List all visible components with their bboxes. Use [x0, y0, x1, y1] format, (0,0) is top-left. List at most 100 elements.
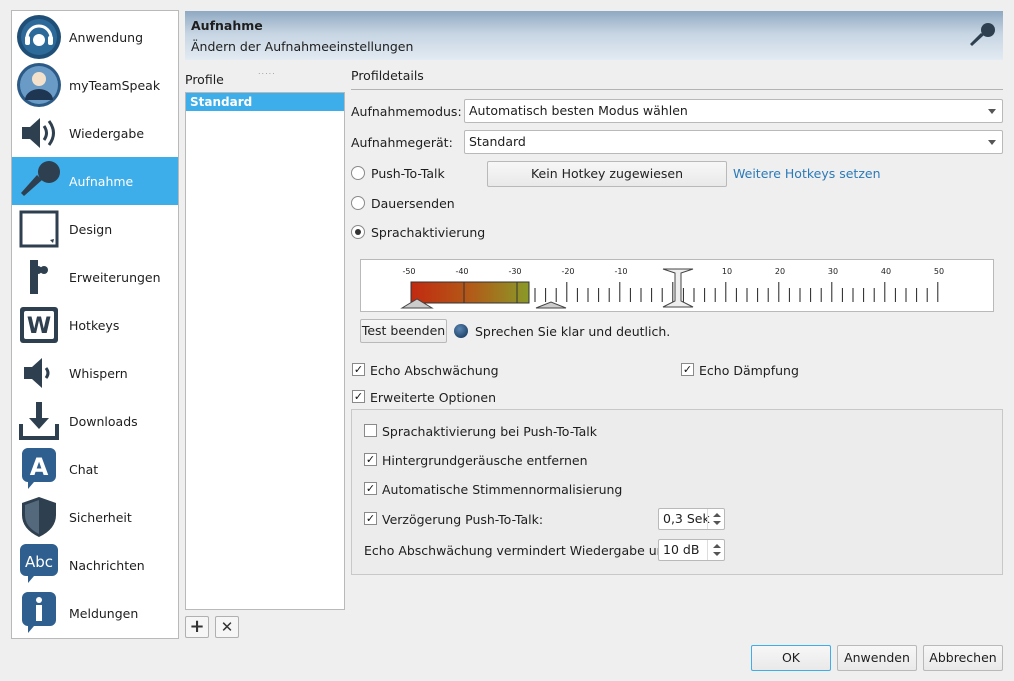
shield-icon [15, 493, 63, 541]
echo-attn-spinbox[interactable]: 10 dB [658, 539, 725, 561]
ptt-label: Push-To-Talk [371, 166, 445, 181]
chat-icon: A [15, 445, 63, 493]
profiles-list[interactable]: Standard [185, 92, 345, 610]
ptt-delay-checkbox[interactable]: ✓ [364, 512, 377, 525]
page-header: Aufnahme Ändern der Aufnahmeeinstellunge… [185, 11, 1003, 60]
mode-label: Aufnahmemodus: [351, 104, 462, 119]
echo-cancel-label: Echo Dämpfung [699, 363, 799, 378]
voice-level-meter[interactable]: -50 -40 -30 -20 -10 10 20 30 40 50 [360, 259, 994, 312]
echo-attn-value: 10 dB [663, 542, 700, 557]
sidebar-item-label: Whispern [69, 365, 128, 381]
status-led-icon [454, 324, 468, 338]
voice-activation-label: Sprachaktivierung [371, 225, 486, 240]
details-heading: Profildetails [351, 68, 424, 83]
design-icon [15, 205, 63, 253]
va-ptt-label: Sprachaktivierung bei Push-To-Talk [382, 424, 597, 439]
ptt-delay-value: 0,3 Sek [663, 511, 710, 526]
headset-icon [15, 13, 63, 61]
spin-up-icon[interactable] [713, 513, 721, 517]
sidebar-item-meldungen[interactable]: Meldungen [12, 589, 178, 637]
spin-down-icon[interactable] [713, 552, 721, 556]
agc-label: Automatische Stimmennormalisierung [382, 482, 623, 497]
threshold-slider [662, 268, 694, 308]
ptt-radio[interactable] [351, 166, 365, 180]
sidebar-item-design[interactable]: Design [12, 205, 178, 253]
meter-tick-label: 20 [775, 267, 785, 276]
whisper-icon [15, 349, 63, 397]
test-hint: Sprechen Sie klar und deutlich. [475, 324, 671, 339]
va-ptt-checkbox[interactable] [364, 424, 377, 437]
sidebar-item-myteamspeak[interactable]: myTeamSpeak [12, 61, 178, 109]
meter-tick-label: -10 [614, 267, 627, 276]
sidebar-item-label: Nachrichten [69, 557, 145, 573]
add-profile-button[interactable]: + [185, 616, 209, 638]
echo-attn-label: Echo Abschwächung vermindert Wiedergabe … [364, 543, 674, 558]
close-icon: ✕ [220, 617, 234, 636]
meter-tick-label: 10 [722, 267, 732, 276]
remove-profile-button[interactable]: ✕ [215, 616, 239, 638]
sidebar-item-anwendung[interactable]: Anwendung [12, 13, 178, 61]
more-hotkeys-link[interactable]: Weitere Hotkeys setzen [733, 166, 881, 181]
svg-text:W: W [27, 314, 51, 339]
agc-checkbox[interactable]: ✓ [364, 482, 377, 495]
page-title: Aufnahme [191, 18, 263, 33]
sidebar-item-label: Sicherheit [69, 509, 132, 525]
sidebar-item-label: Meldungen [69, 605, 139, 621]
splitter-handle[interactable]: ..... [258, 67, 276, 76]
echo-cancel-checkbox[interactable]: ✓ [681, 363, 694, 376]
sidebar-item-label: Erweiterungen [69, 269, 161, 285]
ptt-delay-spinbox[interactable]: 0,3 Sek [658, 508, 725, 530]
divider [351, 89, 1003, 90]
meter-tick-label: -40 [455, 267, 468, 276]
microphone-icon [967, 21, 997, 54]
continuous-radio[interactable] [351, 196, 365, 210]
meter-tick-label: -20 [561, 267, 574, 276]
sidebar-item-label: Aufnahme [69, 173, 134, 189]
meter-tick-label: 30 [828, 267, 838, 276]
sidebar-item-erweiterungen[interactable]: Erweiterungen [12, 253, 178, 301]
puzzle-icon [15, 253, 63, 301]
settings-sidebar: Anwendung myTeamSpeak Wiedergabe Aufnahm… [11, 10, 179, 639]
device-select-value: Standard [469, 134, 526, 149]
chevron-down-icon [988, 109, 996, 114]
ptt-delay-label: Verzögerung Push-To-Talk: [382, 512, 544, 527]
continuous-label: Dauersenden [371, 196, 455, 211]
device-select[interactable]: Standard [464, 130, 1003, 154]
mode-select[interactable]: Automatisch besten Modus wählen [464, 99, 1003, 123]
test-button[interactable]: Test beenden [360, 319, 447, 343]
chevron-down-icon [988, 140, 996, 145]
meter-tick-label: -30 [508, 267, 521, 276]
svg-text:Abc: Abc [25, 553, 53, 571]
sidebar-item-label: Chat [69, 461, 99, 477]
noise-checkbox[interactable]: ✓ [364, 453, 377, 466]
sidebar-item-aufnahme[interactable]: Aufnahme [12, 157, 178, 205]
sidebar-item-whispern[interactable]: Whispern [12, 349, 178, 397]
sidebar-item-label: myTeamSpeak [69, 77, 161, 93]
sidebar-item-hotkeys[interactable]: W Hotkeys [12, 301, 178, 349]
ok-button[interactable]: OK [751, 645, 831, 671]
sidebar-item-downloads[interactable]: Downloads [12, 397, 178, 445]
speaker-icon [15, 109, 63, 157]
sidebar-item-label: Wiedergabe [69, 125, 145, 141]
sidebar-item-label: Downloads [69, 413, 138, 429]
cancel-button[interactable]: Abbrechen [923, 645, 1003, 671]
download-icon [15, 397, 63, 445]
apply-button[interactable]: Anwenden [837, 645, 917, 671]
advanced-checkbox[interactable]: ✓ [352, 390, 365, 403]
hotkey-button[interactable]: Kein Hotkey zugewiesen [487, 161, 727, 187]
mode-select-value: Automatisch besten Modus wählen [469, 103, 688, 118]
list-item[interactable]: Standard [186, 93, 344, 111]
sidebar-item-nachrichten[interactable]: Abc Nachrichten [12, 541, 178, 589]
sidebar-item-wiedergabe[interactable]: Wiedergabe [12, 109, 178, 157]
sidebar-item-sicherheit[interactable]: Sicherheit [12, 493, 178, 541]
hotkeys-icon: W [15, 301, 63, 349]
sidebar-item-label: Anwendung [69, 29, 144, 45]
voice-activation-radio[interactable] [351, 225, 365, 239]
spin-up-icon[interactable] [713, 544, 721, 548]
device-label: Aufnahmegerät: [351, 135, 453, 150]
echo-reduction-checkbox[interactable]: ✓ [352, 363, 365, 376]
user-icon [15, 61, 63, 109]
sidebar-item-chat[interactable]: A Chat [12, 445, 178, 493]
svg-text:A: A [30, 453, 49, 481]
spin-down-icon[interactable] [713, 521, 721, 525]
